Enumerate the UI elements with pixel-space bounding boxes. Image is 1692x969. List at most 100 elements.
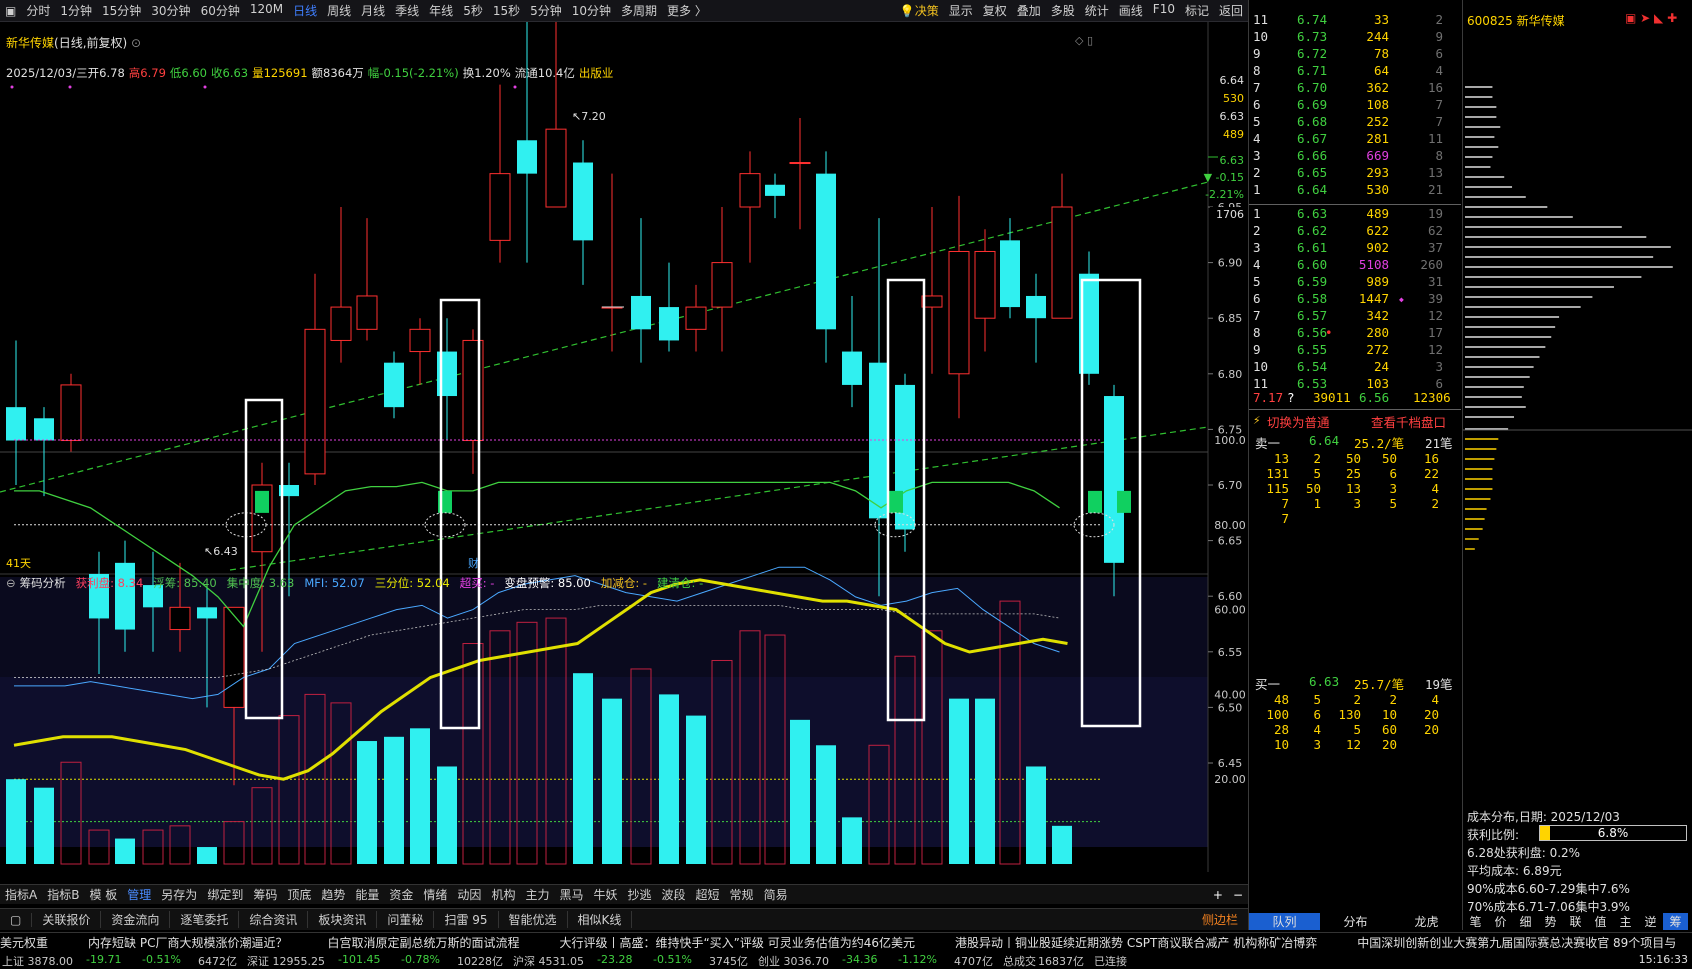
indicator-tab-2[interactable]: 模 板	[84, 886, 122, 903]
toolbar-right-5[interactable]: 统计	[1080, 2, 1114, 19]
period-tab-9[interactable]: 季线	[390, 2, 424, 19]
news-ticker[interactable]: 美元权重 内存短缺 PC厂商大规模涨价潮逼近？ 白宫取消原定副总统万斯的面试流程 大行…	[0, 932, 1692, 952]
right-tab-2[interactable]: 细	[1513, 913, 1538, 930]
indicator-tab-17[interactable]: 抄逃	[623, 886, 657, 903]
right-tab-1[interactable]: 价	[1488, 913, 1513, 930]
news-item-5[interactable]: 中国深圳创新创业大赛第九届国际赛总决赛收官 89个项目与	[1357, 934, 1676, 951]
news-item-4[interactable]: 港股异动丨铜业股延续近期涨势 CSPT商议联合减产 机构称矿冶博弈	[955, 934, 1317, 951]
info-tab-7[interactable]: 智能优选	[499, 911, 568, 928]
period-tab-5[interactable]: 120M	[245, 2, 288, 19]
candle-body	[223, 606, 245, 708]
right-tab-8[interactable]: 筹	[1663, 913, 1688, 930]
switch-normal-link[interactable]: 切换为普通	[1267, 412, 1330, 431]
period-tab-4[interactable]: 60分钟	[196, 2, 245, 19]
period-tab-8[interactable]: 月线	[356, 2, 390, 19]
sub-legend-7: 加减仓: -	[600, 576, 648, 590]
view-depth-link[interactable]: 查看千档盘口	[1371, 412, 1446, 431]
panel-tab-0[interactable]: 队列	[1249, 913, 1320, 930]
info-tab-0[interactable]: 关联报价	[32, 911, 102, 928]
news-item-2[interactable]: 白宫取消原定副总统万斯的面试流程	[327, 934, 519, 951]
indicator-tab-5[interactable]: 绑定到	[202, 886, 248, 903]
zoom-in-button[interactable]: +	[1208, 888, 1228, 902]
period-tab-11[interactable]: 5秒	[458, 2, 488, 19]
toolbar-right-2[interactable]: 复权	[978, 2, 1012, 19]
indicator-tab-8[interactable]: 趋势	[316, 886, 350, 903]
indicator-tab-21[interactable]: 简易	[759, 886, 793, 903]
index-item-6: -0.78%	[401, 953, 440, 966]
toolbar-right-1[interactable]: 显示	[944, 2, 978, 19]
indicator-tab-6[interactable]: 筹码	[248, 886, 282, 903]
indicator-tab-10[interactable]: 资金	[384, 886, 418, 903]
indicator-tab-3[interactable]: 管理	[122, 886, 156, 903]
indicator-tab-16[interactable]: 牛妖	[588, 886, 622, 903]
news-item-1[interactable]: 内存短缺 PC厂商大规模涨价潮逼近？	[88, 934, 287, 951]
period-tab-0[interactable]: 分时	[21, 2, 55, 19]
info-tab-2[interactable]: 逐笔委托	[170, 911, 240, 928]
news-item-3[interactable]: 大行评级丨高盛：维持快手“买入”评级 可灵业务估值为约46亿美元	[559, 934, 915, 951]
period-tab-7[interactable]: 周线	[322, 2, 356, 19]
period-tab-14[interactable]: 10分钟	[567, 2, 616, 19]
info-tab-6[interactable]: 扫雷 95	[434, 911, 499, 928]
period-tab-13[interactable]: 5分钟	[525, 2, 567, 19]
toolbar-right-8[interactable]: 标记	[1180, 2, 1214, 19]
toolbar-right-3[interactable]: 叠加	[1012, 2, 1046, 19]
zoom-out-button[interactable]: −	[1228, 888, 1248, 902]
period-tab-6[interactable]: 日线	[288, 2, 322, 19]
period-tab-16[interactable]: 更多 〉	[662, 2, 712, 19]
info-tab-1[interactable]: 资金流向	[101, 911, 171, 928]
toolbar-right-7[interactable]: F10	[1148, 2, 1180, 19]
info-tab-8[interactable]: 相似K线	[568, 911, 633, 928]
info-tab-4[interactable]: 板块资讯	[308, 911, 378, 928]
info-tab-5[interactable]: 问董秘	[377, 911, 435, 928]
indicator-tab-0[interactable]: 指标A	[0, 886, 42, 903]
toolbar-right-4[interactable]: 多股	[1046, 2, 1080, 19]
news-item-0[interactable]: 美元权重	[0, 934, 48, 951]
info-tab-3[interactable]: 综合资讯	[239, 911, 309, 928]
toolbar-right-9[interactable]: 返回	[1214, 2, 1248, 19]
indicator-tab-20[interactable]: 常规	[725, 886, 759, 903]
right-tab-3[interactable]: 势	[1538, 913, 1563, 930]
period-tab-12[interactable]: 15秒	[488, 2, 525, 19]
menu-icon[interactable]: ▣	[0, 4, 21, 18]
right-tab-7[interactable]: 逆	[1638, 913, 1663, 930]
index-item-16: 总成交	[1003, 955, 1036, 968]
right-tab-5[interactable]: 值	[1588, 913, 1613, 930]
panel-tab-2[interactable]: 龙虎	[1391, 913, 1462, 930]
indicator-tab-13[interactable]: 机构	[486, 886, 520, 903]
sub-bar	[1026, 766, 1046, 864]
sidebar-button[interactable]: 侧边栏	[1192, 911, 1248, 928]
right-tab-6[interactable]: 主	[1613, 913, 1638, 930]
indicator-tab-15[interactable]: 黑马	[554, 886, 588, 903]
order-book-panel: 11 6.74 33 2 10 6.73 244 9 9 6.72 78 6 8 6.71 64 4 7 6.70…	[1248, 0, 1462, 930]
candlestick-svg: 6.956.906.856.806.756.706.656.606.556.50…	[0, 22, 1248, 872]
right-tab-4[interactable]: 联	[1563, 913, 1588, 930]
panel-tab-1[interactable]: 分布	[1320, 913, 1391, 930]
period-tab-1[interactable]: 1分钟	[55, 2, 97, 19]
candle-body	[545, 128, 567, 208]
price-tick: 6.65	[1218, 535, 1243, 548]
decide-button[interactable]: 💡决策	[895, 2, 944, 19]
indicator-tab-19[interactable]: 超短	[691, 886, 725, 903]
candle-body	[330, 306, 352, 341]
index-item-8: 沪深 4531.05	[513, 955, 584, 968]
period-tab-15[interactable]: 多周期	[616, 2, 662, 19]
indicator-tab-14[interactable]: 主力	[520, 886, 554, 903]
toolbar-right-6[interactable]: 画线	[1114, 2, 1148, 19]
indicator-tab-4[interactable]: 另存为	[156, 886, 202, 903]
indicator-tab-11[interactable]: 情绪	[418, 886, 452, 903]
indicator-tab-9[interactable]: 能量	[350, 886, 384, 903]
period-tab-3[interactable]: 30分钟	[146, 2, 195, 19]
indicator-tab-18[interactable]: 波段	[657, 886, 691, 903]
sell-level-row: 11 6.74 33 2	[1253, 12, 1443, 27]
sell-level-row: 3 6.66 669 8	[1253, 148, 1443, 163]
candle-body	[409, 328, 431, 353]
right-tab-0[interactable]: 笔	[1463, 913, 1488, 930]
menu-square-icon[interactable]: ▢	[0, 912, 33, 927]
indicator-tab-7[interactable]: 顶底	[282, 886, 316, 903]
period-tab-10[interactable]: 年线	[424, 2, 458, 19]
indicator-tab-1[interactable]: 指标B	[42, 886, 84, 903]
kline-chart-area[interactable]: 新华传媒(日线,前复权) ⊙ ◇ ▯ 2025/12/03/三开6.78 高6.7…	[0, 22, 1248, 872]
period-tab-2[interactable]: 15分钟	[97, 2, 146, 19]
indicator-tab-12[interactable]: 动因	[452, 886, 486, 903]
index-item-15: 4707亿	[954, 955, 993, 968]
